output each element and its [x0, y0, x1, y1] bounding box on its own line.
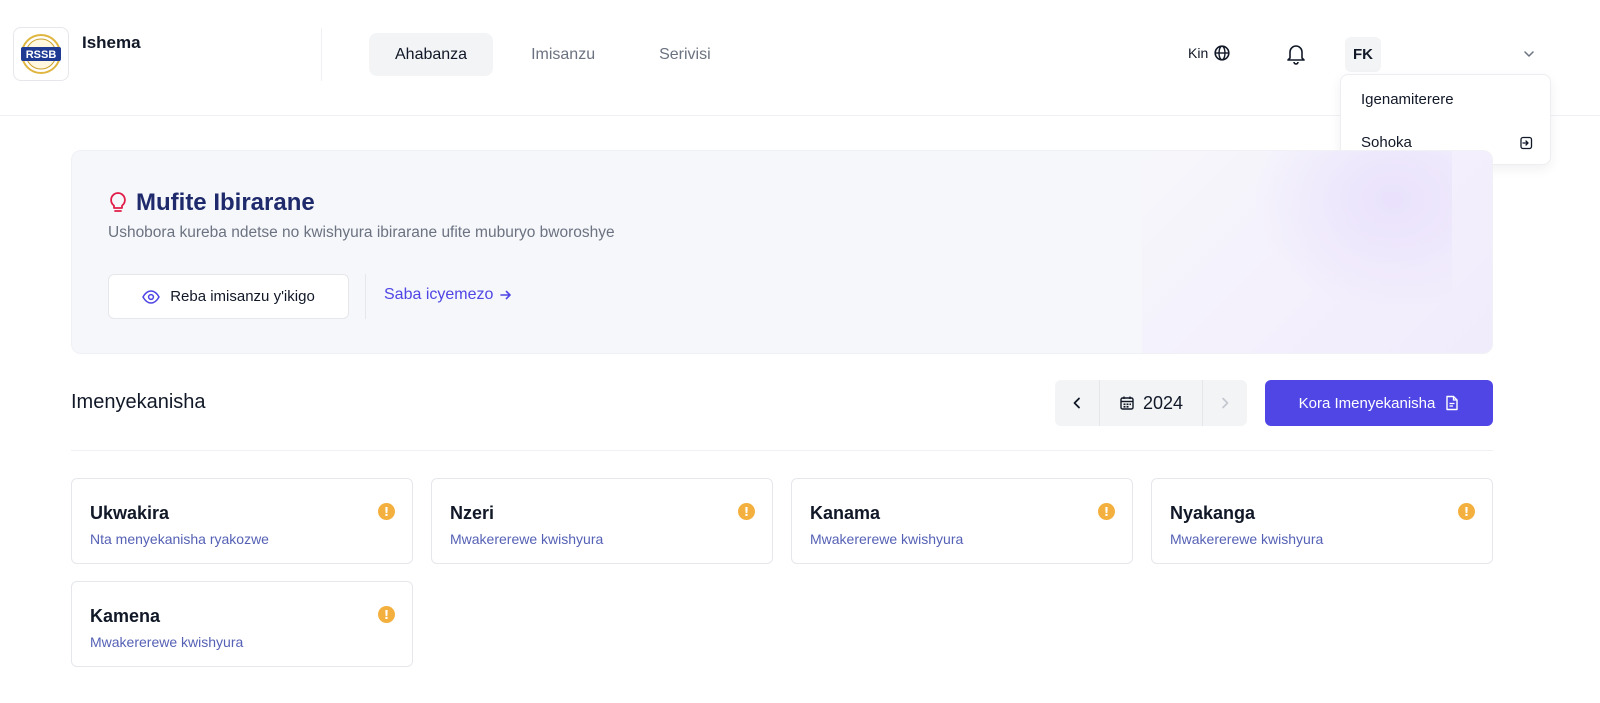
eye-icon	[142, 289, 161, 304]
document-icon	[1446, 395, 1459, 411]
view-contributions-button[interactable]: Reba imisanzu y'ikigo	[108, 274, 349, 319]
main-nav: Ahabanza Imisanzu Serivisi	[369, 33, 749, 76]
language-switcher[interactable]: Kin	[1188, 45, 1230, 61]
request-certificate-link[interactable]: Saba icyemezo	[384, 286, 513, 304]
globe-icon	[1214, 45, 1230, 61]
banner-subtitle: Ushobora kureba ndetse no kwishyura ibir…	[108, 224, 615, 241]
nav-item-serivisi[interactable]: Serivisi	[633, 33, 737, 76]
year-selector: 2024	[1055, 380, 1247, 426]
declarations-title: Imenyekanisha	[71, 391, 206, 413]
chevron-down-icon[interactable]	[1522, 47, 1536, 61]
card-status: Mwakererewe kwishyura	[1170, 531, 1324, 547]
card-month: Nyakanga	[1170, 503, 1256, 523]
rssb-logo-icon: RSSB	[21, 34, 61, 74]
menu-item-logout-label: Sohoka	[1361, 134, 1412, 151]
nav-item-imisanzu[interactable]: Imisanzu	[505, 33, 621, 76]
chevron-left-icon	[1073, 397, 1080, 409]
nav-item-ahabanza[interactable]: Ahabanza	[369, 33, 494, 76]
warning-icon: !	[1458, 503, 1475, 520]
card-status: Nta menyekanisha ryakozwe	[90, 531, 269, 547]
calendar-icon	[1120, 396, 1134, 410]
header-divider	[321, 28, 322, 81]
next-year-button[interactable]	[1203, 380, 1247, 426]
previous-year-button[interactable]	[1055, 380, 1099, 426]
month-card-kanama[interactable]: Kanama Mwakererewe kwishyura !	[791, 478, 1133, 564]
view-contributions-label: Reba imisanzu y'ikigo	[170, 288, 315, 305]
logout-icon	[1520, 136, 1533, 149]
month-card-nzeri[interactable]: Nzeri Mwakererewe kwishyura !	[431, 478, 773, 564]
brand-name: Ishema	[82, 33, 141, 52]
create-declaration-button[interactable]: Kora Imenyekanisha	[1265, 380, 1493, 426]
card-status: Mwakererewe kwishyura	[450, 531, 604, 547]
menu-item-logout[interactable]: Sohoka	[1361, 134, 1533, 151]
rssb-logo[interactable]: RSSB	[13, 27, 69, 81]
warning-icon: !	[378, 606, 395, 623]
user-avatar[interactable]: FK	[1345, 37, 1381, 72]
banner-divider	[365, 274, 366, 319]
bell-icon[interactable]	[1285, 42, 1307, 66]
month-card-kamena[interactable]: Kamena Mwakererewe kwishyura !	[71, 581, 413, 667]
section-divider	[71, 450, 1493, 451]
card-status: Mwakererewe kwishyura	[810, 531, 964, 547]
banner-decoration-glow	[1252, 151, 1452, 311]
create-declaration-label: Kora Imenyekanisha	[1298, 394, 1436, 412]
menu-item-settings[interactable]: Igenamiterere	[1361, 91, 1454, 108]
arrears-banner: Mufite Ibirarane Ushobora kureba ndetse …	[71, 150, 1493, 354]
card-month: Kanama	[810, 503, 881, 523]
card-month: Nzeri	[450, 503, 495, 523]
arrow-right-icon	[500, 290, 512, 300]
lightbulb-icon	[110, 192, 126, 212]
year-display[interactable]: 2024	[1099, 380, 1203, 426]
year-value: 2024	[1142, 392, 1184, 413]
month-card-ukwakira[interactable]: Ukwakira Nta menyekanisha ryakozwe !	[71, 478, 413, 564]
chevron-right-icon	[1222, 397, 1229, 409]
card-status: Mwakererewe kwishyura	[90, 634, 244, 650]
svg-text:RSSB: RSSB	[26, 49, 57, 61]
card-month: Kamena	[90, 606, 161, 626]
warning-icon: !	[1098, 503, 1115, 520]
language-label: Kin	[1188, 45, 1209, 61]
banner-title-text: Mufite Ibirarane	[136, 189, 315, 216]
month-card-nyakanga[interactable]: Nyakanga Mwakererewe kwishyura !	[1151, 478, 1493, 564]
menu-item-settings-label: Igenamiterere	[1361, 91, 1454, 108]
warning-icon: !	[738, 503, 755, 520]
request-certificate-label: Saba icyemezo	[384, 286, 494, 303]
card-month: Ukwakira	[90, 503, 170, 523]
warning-icon: !	[378, 503, 395, 520]
banner-title: Mufite Ibirarane	[108, 189, 315, 217]
